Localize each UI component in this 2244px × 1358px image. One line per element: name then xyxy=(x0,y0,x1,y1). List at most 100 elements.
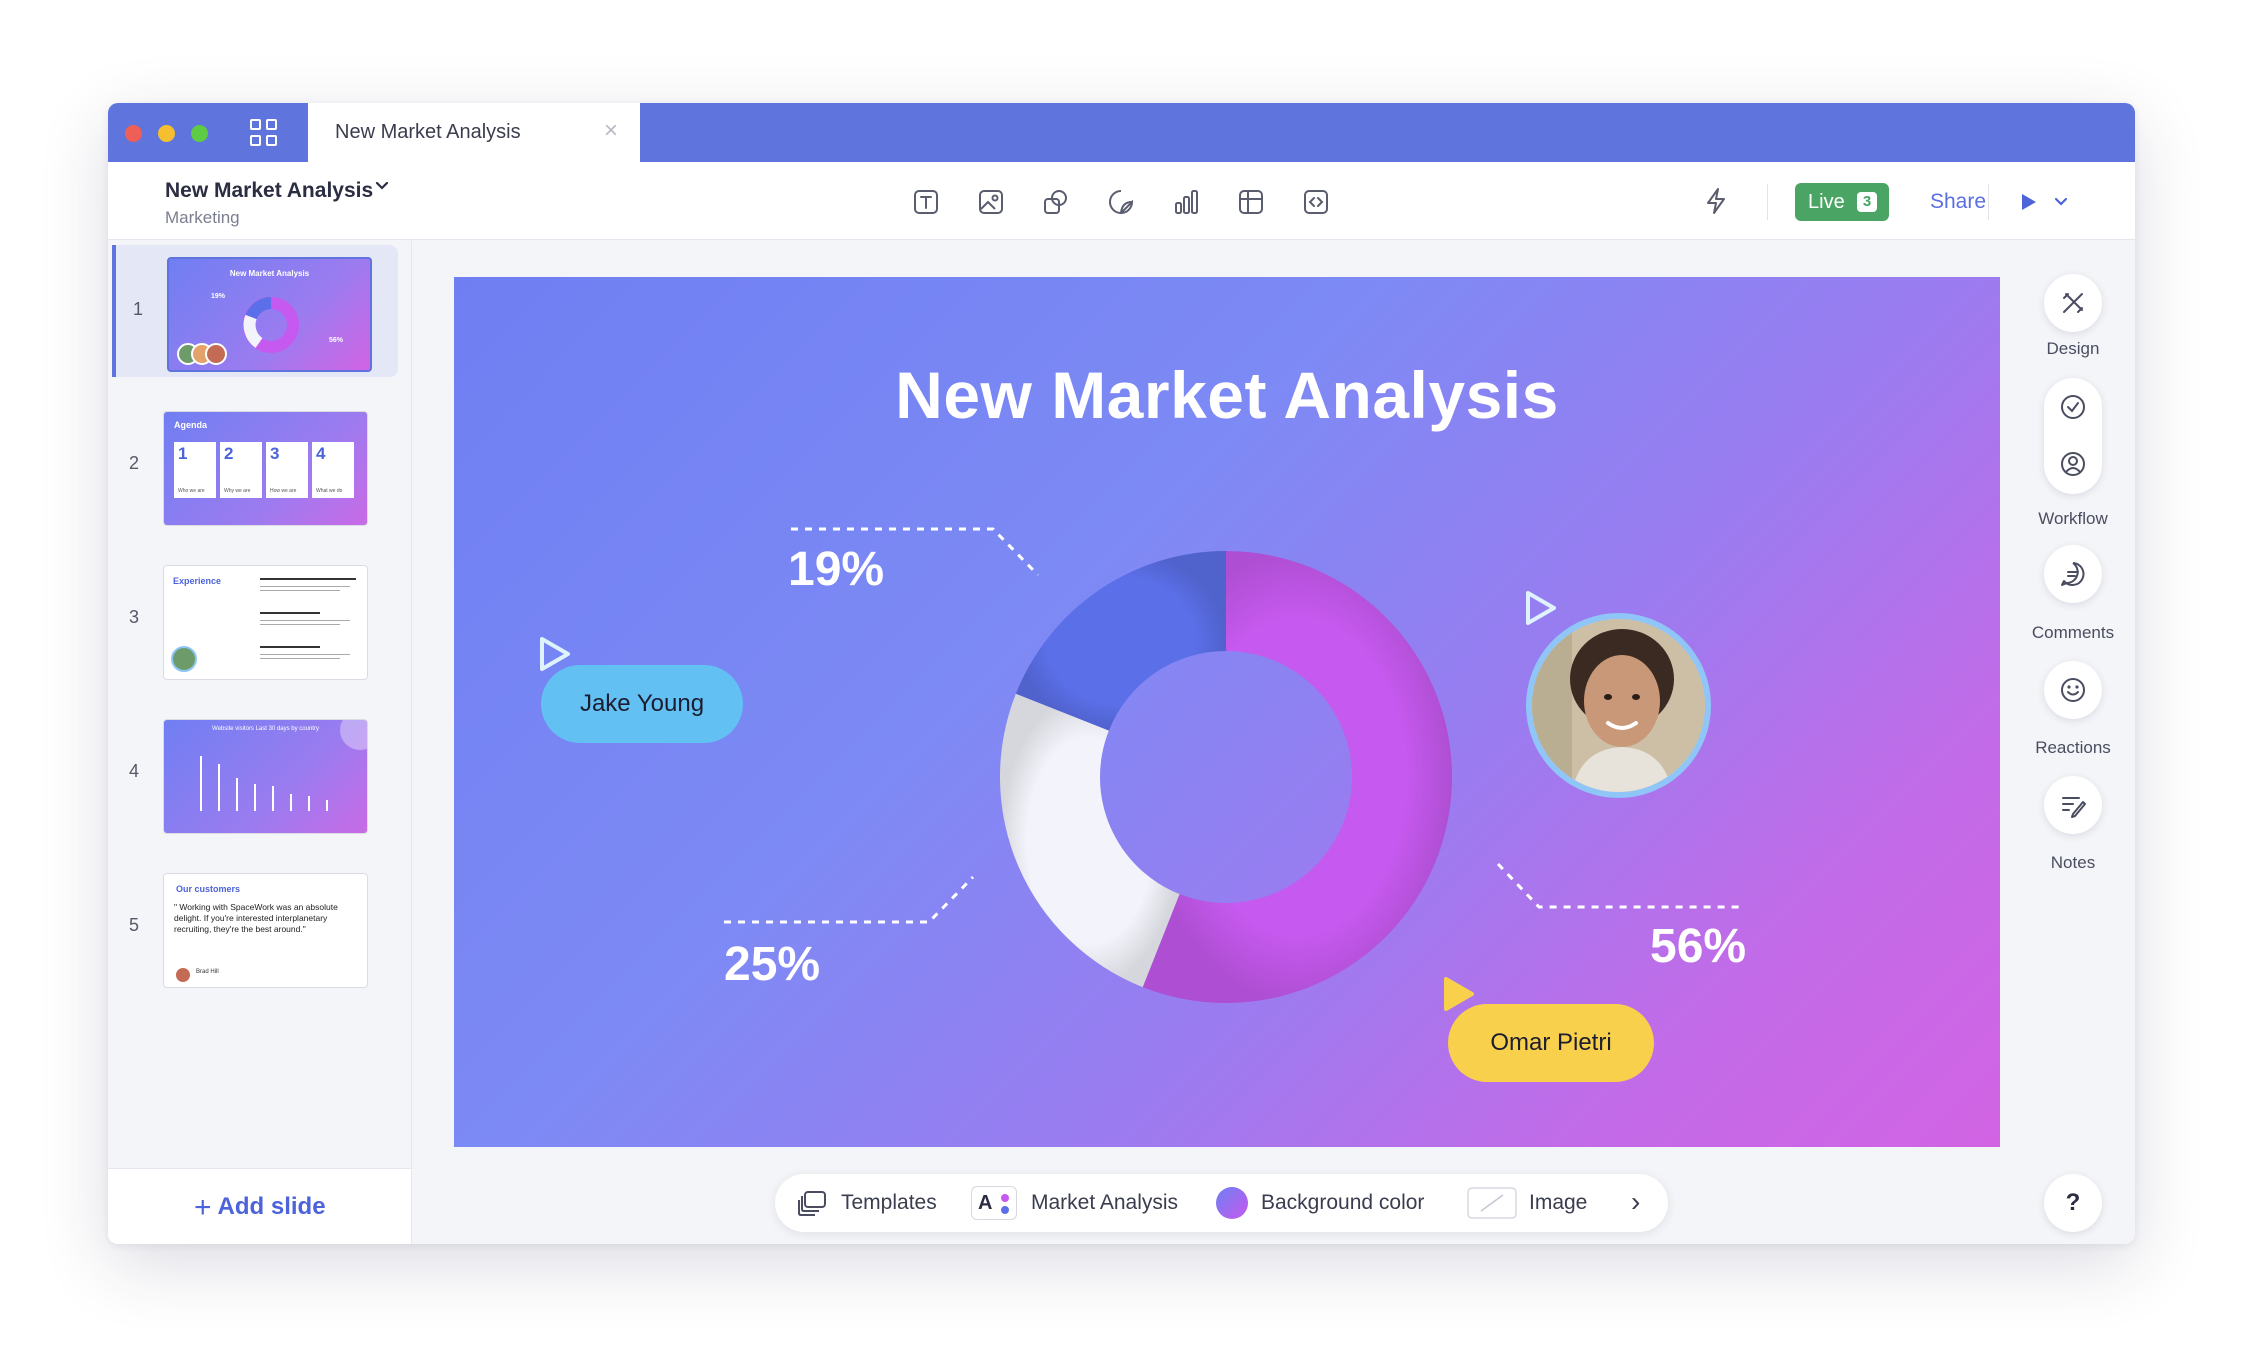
sticker-icon[interactable] xyxy=(1106,187,1136,217)
chevron-right-icon[interactable]: › xyxy=(1631,1186,1640,1218)
slide-number: 3 xyxy=(129,607,140,627)
share-button[interactable]: Share xyxy=(1930,190,1986,214)
slide-number: 5 xyxy=(129,915,140,935)
background-color-swatch[interactable] xyxy=(1216,1187,1248,1219)
person-icon xyxy=(1532,619,1705,792)
agenda-caption: Who we are xyxy=(178,488,205,494)
help-button[interactable]: ? xyxy=(2044,1174,2102,1232)
live-viewer-count: 3 xyxy=(1857,192,1877,212)
title-bar: New Market Analysis × xyxy=(108,103,2135,162)
user-circle-icon[interactable] xyxy=(2059,450,2087,478)
avatar xyxy=(176,968,190,982)
design-label: Design xyxy=(2046,339,2100,358)
live-button[interactable]: Live 3 xyxy=(1795,183,1889,221)
agenda-caption: How we are xyxy=(270,488,297,494)
percent-label-left[interactable]: 25% xyxy=(724,937,820,992)
reactions-button[interactable] xyxy=(2044,661,2102,719)
text-line xyxy=(260,586,350,587)
thumb-bar xyxy=(308,796,310,811)
thumb-bar xyxy=(272,786,274,811)
collaborator-tag-jake: Jake Young xyxy=(541,665,743,743)
slide-thumbnail-4[interactable]: 4 Website visitors Last 30 days by count… xyxy=(112,707,398,839)
check-circle-icon[interactable] xyxy=(2059,393,2087,421)
percent-label-right[interactable]: 56% xyxy=(1650,919,1746,974)
comments-button[interactable] xyxy=(2044,545,2102,603)
cursor-icon xyxy=(1526,591,1556,625)
live-label: Live xyxy=(1808,191,1845,213)
thumb-author: Brad Hill xyxy=(196,969,219,975)
close-window-button[interactable] xyxy=(125,125,142,142)
percent-label-top[interactable]: 19% xyxy=(788,542,884,597)
slide-preview: New Market Analysis 19% 56% xyxy=(167,257,372,372)
text-line xyxy=(260,620,350,621)
agenda-number: 3 xyxy=(270,444,280,463)
thumb-pct: 19% xyxy=(211,293,226,300)
thumb-bar xyxy=(326,800,328,811)
close-tab-icon[interactable]: × xyxy=(604,117,618,145)
slide-options-bar: Templates A Market Analysis Background c… xyxy=(775,1174,1668,1232)
slide-number: 4 xyxy=(129,761,140,781)
agenda-card: 2 Why we are xyxy=(220,442,262,498)
slide-canvas[interactable]: New Market Analysis 19% 25% 56% Jake You… xyxy=(454,277,2000,1147)
thumb-title: Our customers xyxy=(176,884,241,894)
embed-icon[interactable] xyxy=(1301,187,1331,217)
text-line xyxy=(260,624,340,625)
document-title[interactable]: New Market Analysis xyxy=(165,179,373,203)
thumb-title: Agenda xyxy=(174,420,208,430)
document-folder[interactable]: Marketing xyxy=(165,208,240,228)
templates-icon[interactable] xyxy=(797,1189,827,1217)
chevron-down-icon[interactable] xyxy=(373,177,391,200)
slide-thumbnail-5[interactable]: 5 Our customers " Working with SpaceWork… xyxy=(112,861,398,993)
agenda-number: 4 xyxy=(316,444,326,463)
background-color-button[interactable]: Background color xyxy=(1261,1191,1424,1215)
theme-button[interactable]: Market Analysis xyxy=(1031,1191,1178,1215)
slide-thumbnail-3[interactable]: 3 Experience xyxy=(112,553,398,685)
shapes-icon[interactable] xyxy=(1041,187,1071,217)
maximize-window-button[interactable] xyxy=(191,125,208,142)
table-icon[interactable] xyxy=(1236,187,1266,217)
chart-icon[interactable] xyxy=(1171,187,1201,217)
document-tab[interactable]: New Market Analysis × xyxy=(308,103,640,162)
slide-preview: Agenda 1 Who we are 2 Why we are 3 How w… xyxy=(163,411,368,526)
image-placeholder-icon[interactable] xyxy=(1467,1187,1517,1219)
slide-preview: Website visitors Last 30 days by country xyxy=(163,719,368,834)
notes-icon xyxy=(2062,797,2086,818)
donut-segment-shade xyxy=(1015,551,1226,731)
notes-button[interactable] xyxy=(2044,776,2102,834)
comment-icon xyxy=(2061,562,2085,586)
thumb-donut xyxy=(243,297,299,353)
image-icon[interactable] xyxy=(976,187,1006,217)
slide-thumbnail-2[interactable]: 2 Agenda 1 Who we are 2 Why we are 3 How… xyxy=(112,399,398,531)
play-icon xyxy=(2022,194,2068,210)
slides-panel: 1 New Market Analysis 19% 56% 2 Agenda 1… xyxy=(108,241,412,1244)
text-line xyxy=(260,654,350,655)
add-slide-button[interactable]: + Add slide xyxy=(194,1191,326,1225)
lightning-icon[interactable] xyxy=(1701,186,1731,216)
agenda-number: 1 xyxy=(178,444,188,463)
agenda-number: 2 xyxy=(224,444,234,463)
donut-segment-shade xyxy=(1000,693,1180,988)
text-icon[interactable] xyxy=(911,187,941,217)
app-window: New Market Analysis × New Market Analysi… xyxy=(108,103,2135,1244)
design-button[interactable] xyxy=(2044,274,2102,332)
thumb-bar xyxy=(236,778,238,811)
slide-thumbnail-1[interactable]: 1 New Market Analysis 19% 56% xyxy=(112,245,398,377)
grid-icon[interactable] xyxy=(250,119,280,149)
slide-number: 2 xyxy=(129,453,140,473)
slide-number: 1 xyxy=(133,299,144,319)
agenda-card: 1 Who we are xyxy=(174,442,216,498)
present-button[interactable] xyxy=(2017,187,2077,217)
thumb-title: New Market Analysis xyxy=(229,269,310,278)
workflow-label: Workflow xyxy=(2038,509,2108,528)
agenda-card: 4 What we do xyxy=(312,442,354,498)
image-button[interactable]: Image xyxy=(1529,1191,1587,1215)
add-slide-area: + Add slide xyxy=(108,1168,411,1244)
minimize-window-button[interactable] xyxy=(158,125,175,142)
templates-button[interactable]: Templates xyxy=(841,1191,937,1215)
design-tools-icon xyxy=(2063,293,2083,313)
thumb-bar xyxy=(254,784,256,811)
text-line xyxy=(260,612,320,614)
plus-icon: + xyxy=(194,1191,212,1224)
theme-icon[interactable]: A xyxy=(971,1186,1017,1220)
donut-chart[interactable] xyxy=(991,542,1461,1012)
